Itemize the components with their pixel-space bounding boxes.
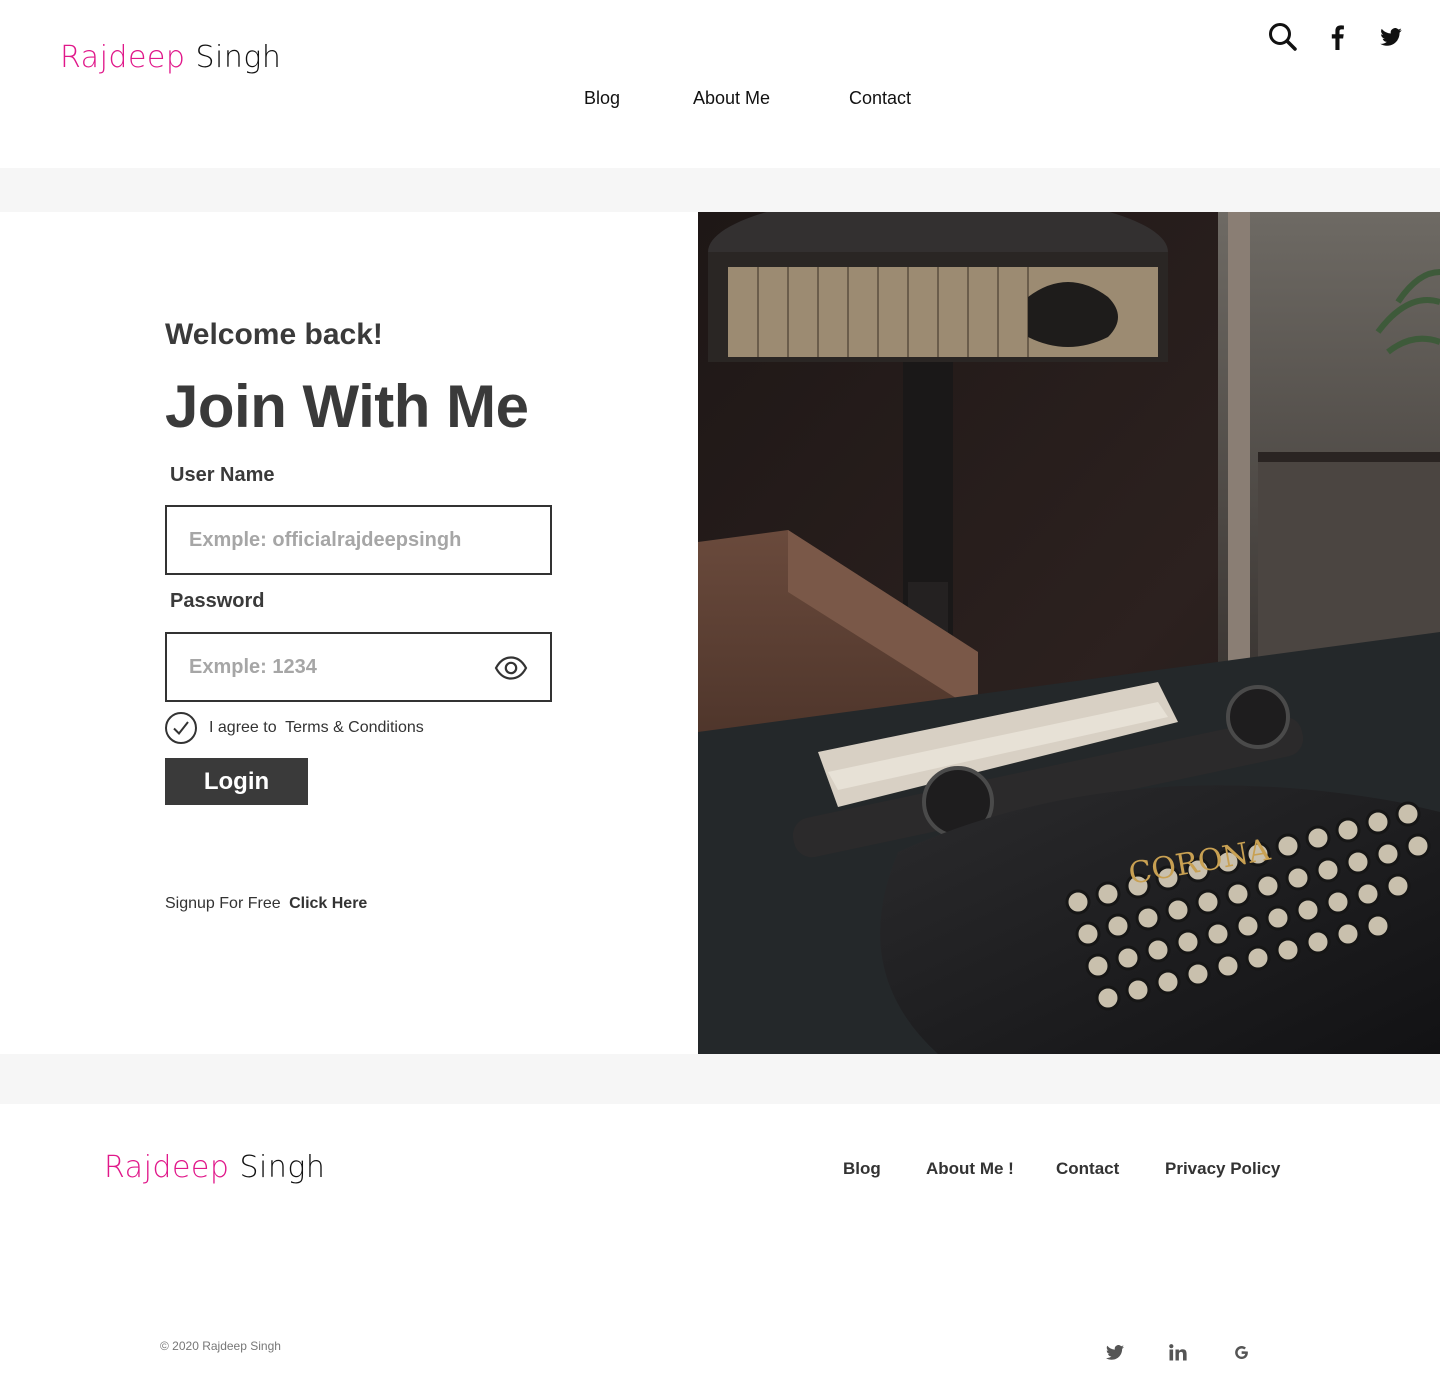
page-title: Join With Me [165, 373, 529, 440]
brand-first-name: Rajdeep [60, 40, 186, 75]
login-button[interactable]: Login [165, 758, 308, 805]
username-field-wrapper [165, 505, 552, 575]
brand-logo[interactable]: Rajdeep Singh [60, 40, 281, 75]
brand-last-name: Singh [195, 40, 282, 75]
nav-blog[interactable]: Blog [584, 88, 620, 109]
footer-nav-blog[interactable]: Blog [843, 1159, 881, 1179]
eye-icon[interactable] [494, 655, 528, 681]
login-form: Welcome back! Join With Me User Name Pas… [165, 212, 665, 1054]
divider-band-bottom [0, 1054, 1440, 1104]
header-icons [1268, 22, 1406, 52]
twitter-icon[interactable] [1376, 22, 1406, 52]
footer-nav-about-me[interactable]: About Me ! [926, 1159, 1014, 1179]
terms-link[interactable]: Terms & Conditions [285, 719, 424, 736]
footer-nav-privacy-policy[interactable]: Privacy Policy [1165, 1159, 1280, 1179]
username-label: User Name [170, 464, 275, 486]
password-input[interactable] [167, 634, 550, 700]
copyright-text: © 2020 Rajdeep Singh [160, 1339, 281, 1353]
terms-checkbox[interactable] [165, 712, 197, 744]
divider-band [0, 168, 1440, 212]
search-icon[interactable] [1268, 22, 1298, 52]
nav-contact[interactable]: Contact [849, 88, 911, 109]
typewriter-photo: CORONA [698, 212, 1440, 1054]
site-footer: Rajdeep Singh Blog About Me ! Contact Pr… [0, 1104, 1440, 1396]
google-icon[interactable] [1231, 1342, 1251, 1362]
check-icon [173, 721, 189, 736]
footer-nav-contact[interactable]: Contact [1056, 1159, 1119, 1179]
footer-social-icons [1105, 1342, 1251, 1362]
nav-about-me[interactable]: About Me [693, 88, 770, 109]
terms-prefix: I agree to [209, 719, 277, 736]
username-input[interactable] [167, 507, 550, 573]
twitter-icon[interactable] [1105, 1342, 1125, 1362]
site-header: Rajdeep Singh Blog About Me Contact [0, 0, 1440, 168]
terms-text: I agree to Terms & Conditions [209, 719, 424, 737]
password-field-wrapper [165, 632, 552, 702]
signup-link[interactable]: Click Here [289, 895, 367, 912]
welcome-text: Welcome back! [165, 318, 383, 351]
password-label: Password [170, 590, 265, 612]
login-section: Welcome back! Join With Me User Name Pas… [0, 212, 1440, 1054]
footer-brand-first-name: Rajdeep [104, 1150, 230, 1185]
signup-text: Signup For Free [165, 895, 281, 912]
linkedin-icon[interactable] [1168, 1342, 1188, 1362]
terms-agreement: I agree to Terms & Conditions [165, 712, 424, 744]
footer-brand-logo[interactable]: Rajdeep Singh [104, 1150, 325, 1185]
footer-brand-last-name: Singh [239, 1150, 326, 1185]
signup-prompt: Signup For Free Click Here [165, 895, 367, 913]
facebook-icon[interactable] [1322, 22, 1352, 52]
